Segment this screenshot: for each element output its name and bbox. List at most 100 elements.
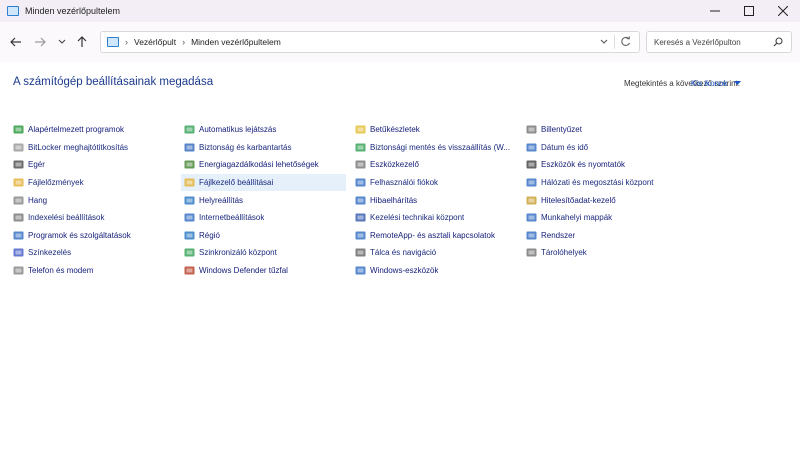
up-button[interactable] (75, 35, 89, 49)
item-label: Hibaelhárítás (370, 195, 418, 205)
item-icon (184, 247, 195, 258)
item-label: Tárolóhelyek (541, 248, 587, 258)
control-panel-item[interactable]: Munkahelyi mappák (523, 209, 689, 227)
item-icon (355, 230, 366, 241)
control-panel-item[interactable]: Internetbeállítások (181, 209, 347, 227)
item-label: Szinkronizáló központ (199, 248, 277, 258)
close-icon (778, 6, 788, 16)
item-icon (184, 159, 195, 170)
window-title: Minden vezérlőpultelem (25, 6, 121, 16)
item-label: Alapértelmezett programok (28, 125, 125, 135)
control-panel-item[interactable]: Hibaelhárítás (352, 191, 518, 209)
item-label: Dátum és idő (541, 142, 589, 152)
refresh-button[interactable] (620, 36, 631, 49)
item-icon (184, 195, 195, 206)
control-panel-item[interactable]: Betűkészletek (352, 121, 518, 139)
caret-down-icon[interactable] (734, 81, 741, 86)
control-panel-item[interactable]: Alapértelmezett programok (10, 121, 176, 139)
item-icon (355, 265, 366, 276)
item-icon (526, 177, 537, 188)
maximize-button[interactable] (732, 0, 766, 22)
control-panel-item[interactable]: Windows-eszközök (352, 262, 518, 280)
control-panel-item[interactable]: Automatikus lejátszás (181, 121, 347, 139)
control-panel-item[interactable]: Hang (10, 191, 176, 209)
address-history-button[interactable] (599, 37, 609, 49)
control-panel-item[interactable]: Helyreállítás (181, 191, 347, 209)
item-label: Energiagazdálkodási lehetőségek (199, 160, 319, 170)
divider (614, 35, 615, 49)
control-panel-item[interactable]: BitLocker meghajtótitkosítás (10, 139, 176, 157)
control-panel-item[interactable]: Egér (10, 156, 176, 174)
item-icon (13, 177, 24, 188)
control-panel-item[interactable]: Fájlkezelő beállításai (181, 173, 346, 192)
item-label: Programok és szolgáltatások (28, 230, 131, 240)
item-icon (13, 230, 24, 241)
item-icon (184, 230, 195, 241)
control-panel-item[interactable]: Tálca és navigáció (352, 244, 518, 262)
control-panel-item[interactable]: Tárolóhelyek (523, 244, 689, 262)
control-panel-item[interactable]: Dátum és idő (523, 139, 689, 157)
address-bar[interactable]: › Vezérlőpult › Minden vezérlőpultelem (100, 31, 640, 53)
search-input[interactable]: Keresés a Vezérlőpulton (646, 31, 792, 53)
control-panel-item[interactable]: Hitelesítőadat-kezelő (523, 191, 689, 209)
page-title: A számítógép beállításainak megadása (13, 76, 214, 88)
control-panel-item[interactable]: Színkezelés (10, 244, 176, 262)
item-label: Billentyűzet (541, 125, 582, 135)
control-panel-item[interactable]: Felhasználói fiókok (352, 174, 518, 192)
minimize-button[interactable] (698, 0, 732, 22)
maximize-icon (744, 6, 754, 16)
control-panel-item[interactable]: Telefon és modem (10, 262, 176, 280)
view-by-dropdown[interactable]: Kis ikonok (691, 79, 727, 88)
item-label: Régió (199, 230, 220, 240)
control-panel-item[interactable]: Eszközök és nyomtatók (523, 156, 689, 174)
items-column-1: Alapértelmezett programok BitLocker megha… (10, 121, 176, 279)
control-panel-item[interactable]: Energiagazdálkodási lehetőségek (181, 156, 347, 174)
back-button[interactable] (9, 35, 23, 49)
chevron-right-icon: › (125, 37, 128, 47)
control-panel-item[interactable]: Indexelési beállítások (10, 209, 176, 227)
item-icon (13, 195, 24, 206)
control-panel-item[interactable]: Rendszer (523, 227, 689, 245)
item-label: Eszközkezelő (370, 160, 419, 170)
control-panel-item[interactable]: RemoteApp- és asztali kapcsolatok (352, 227, 518, 245)
item-icon (13, 247, 24, 258)
control-panel-item[interactable]: Eszközkezelő (352, 156, 518, 174)
search-icon[interactable] (773, 37, 783, 49)
control-panel-item[interactable]: Kezelési technikai központ (352, 209, 518, 227)
recent-locations-button[interactable] (55, 35, 69, 49)
chevron-down-icon (58, 39, 66, 44)
address-row: › Vezérlőpult › Minden vezérlőpultelem K… (0, 22, 800, 62)
item-label: Eszközök és nyomtatók (541, 160, 626, 170)
search-placeholder: Keresés a Vezérlőpulton (654, 37, 741, 47)
item-label: Hitelesítőadat-kezelő (541, 195, 616, 205)
item-label: Biztonság és karbantartás (199, 142, 292, 152)
item-label: Színkezelés (28, 248, 72, 258)
control-panel-item[interactable]: Windows Defender tűzfal (181, 262, 347, 280)
item-icon (13, 212, 24, 223)
item-icon (355, 142, 366, 153)
item-icon (13, 265, 24, 276)
forward-button[interactable] (33, 35, 47, 49)
control-panel-item[interactable]: Biztonság és karbantartás (181, 139, 347, 157)
item-label: Indexelési beállítások (28, 213, 105, 223)
item-label: Felhasználói fiókok (370, 178, 439, 188)
breadcrumb-all-items[interactable]: Minden vezérlőpultelem (191, 37, 281, 47)
arrow-right-icon (35, 37, 46, 47)
breadcrumb-control-panel[interactable]: Vezérlőpult (134, 37, 176, 47)
control-panel-item[interactable]: Szinkronizáló központ (181, 244, 347, 262)
item-icon (526, 159, 537, 170)
control-panel-item[interactable]: Hálózati és megosztási központ (523, 174, 689, 192)
control-panel-item[interactable]: Fájlelőzmények (10, 174, 176, 192)
item-label: Fájlkezelő beállításai (199, 178, 274, 188)
item-icon (526, 230, 537, 241)
item-icon (13, 124, 24, 135)
control-panel-item[interactable]: Biztonsági mentés és visszaállítás (W... (352, 139, 518, 157)
item-icon (355, 177, 366, 188)
close-button[interactable] (766, 0, 800, 22)
item-label: Tálca és navigáció (370, 248, 437, 258)
item-label: Munkahelyi mappák (541, 213, 613, 223)
item-label: Helyreállítás (199, 195, 244, 205)
control-panel-item[interactable]: Billentyűzet (523, 121, 689, 139)
control-panel-item[interactable]: Régió (181, 227, 347, 245)
control-panel-item[interactable]: Programok és szolgáltatások (10, 227, 176, 245)
